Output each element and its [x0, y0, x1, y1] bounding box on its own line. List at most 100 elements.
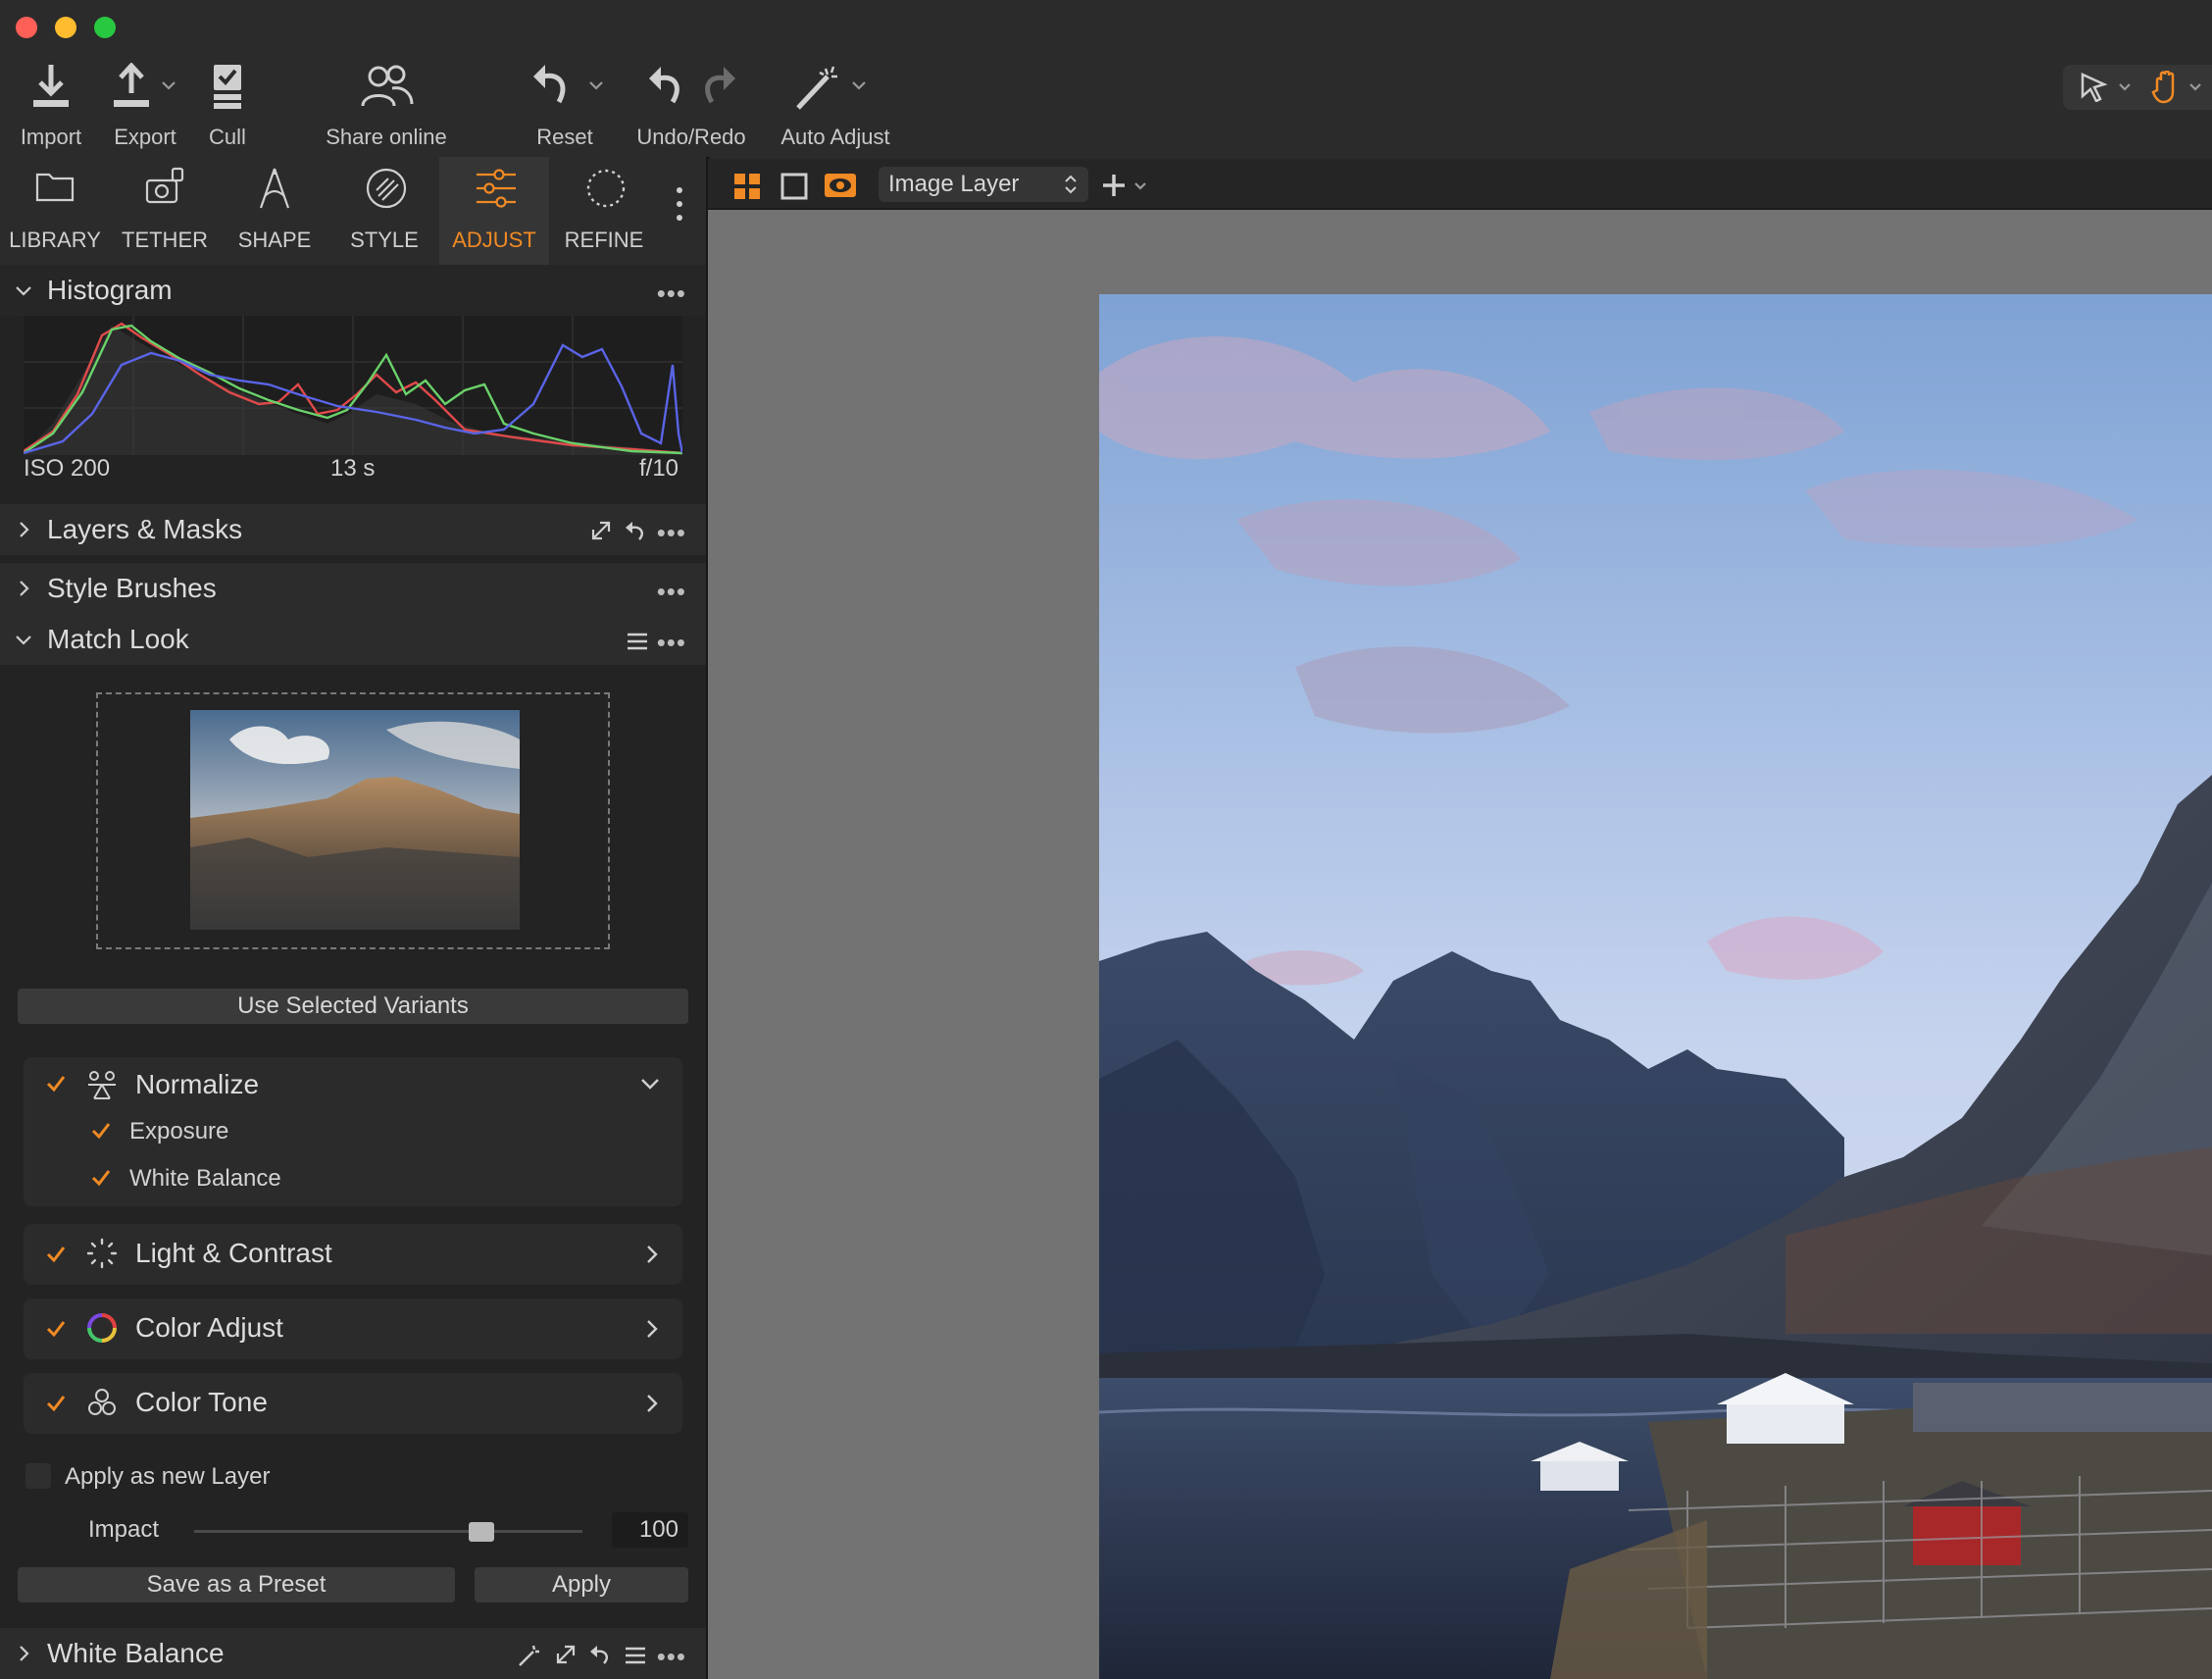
light-contrast-checkbox[interactable]: [45, 1244, 67, 1265]
zoom-window-button[interactable]: [94, 17, 116, 38]
viewer-toolbar: Image Layer: [708, 159, 2212, 210]
histogram-iso: ISO 200: [24, 455, 111, 482]
folder-icon: [35, 173, 75, 202]
undo-icon: [649, 67, 679, 104]
cull-button[interactable]: [210, 63, 245, 115]
chevron-right-icon: [20, 1646, 29, 1661]
close-window-button[interactable]: [16, 17, 37, 38]
apply-button[interactable]: Apply: [475, 1567, 688, 1603]
white-balance-more-icon[interactable]: •••: [657, 1642, 686, 1672]
add-layer-icon[interactable]: [1102, 171, 1151, 200]
tab-style[interactable]: STYLE: [329, 157, 439, 265]
style-palette-icon: [366, 168, 407, 209]
use-selected-variants-button[interactable]: Use Selected Variants: [18, 989, 688, 1024]
expand-arrow-icon[interactable]: [590, 520, 612, 541]
main-photo[interactable]: [1099, 294, 2212, 1679]
updown-arrows-icon: [1065, 175, 1077, 194]
share-online-label: Share online: [326, 125, 447, 149]
import-button[interactable]: [29, 63, 73, 115]
histogram-header[interactable]: Histogram •••: [0, 265, 708, 316]
color-adjust-checkbox[interactable]: [45, 1318, 67, 1340]
layers-more-icon[interactable]: •••: [657, 518, 686, 548]
histogram-title: Histogram: [47, 275, 173, 305]
tab-adjust[interactable]: ADJUST: [439, 157, 549, 265]
tab-refine[interactable]: REFINE: [549, 157, 659, 265]
histogram-shutter: 13 s: [330, 455, 376, 482]
apply-new-layer-label: Apply as new Layer: [65, 1463, 271, 1490]
single-view-icon[interactable]: [780, 173, 808, 200]
magic-wand-icon: [796, 66, 866, 110]
tab-shape[interactable]: SHAPE: [220, 157, 329, 265]
reset-small-icon[interactable]: [624, 520, 645, 541]
chevron-right-icon: [20, 522, 29, 537]
tool-panel: Histogram ••• ISO 200 13 s f/10 Layers &…: [0, 265, 708, 1679]
white-balance-checkbox[interactable]: [90, 1167, 112, 1189]
share-online-button[interactable]: [359, 65, 414, 113]
normalize-group: Normalize Exposure White Balance: [24, 1057, 682, 1206]
cull-label: Cull: [209, 125, 246, 149]
reset-button[interactable]: [529, 63, 608, 115]
layer-select[interactable]: Image Layer: [879, 167, 1088, 202]
undo-redo-label: Undo/Redo: [636, 125, 746, 149]
picker-wand-icon[interactable]: [518, 1644, 541, 1667]
expand-arrow-icon[interactable]: [555, 1644, 577, 1665]
normalize-checkbox[interactable]: [45, 1073, 67, 1094]
white-balance-title: White Balance: [47, 1638, 225, 1668]
brushes-more-icon[interactable]: •••: [657, 577, 686, 607]
reference-image-dropzone[interactable]: [96, 692, 610, 949]
import-label: Import: [20, 125, 82, 149]
chevron-right-icon: [647, 1246, 658, 1263]
histogram-curves: [23, 316, 684, 455]
layers-masks-header[interactable]: Layers & Masks •••: [0, 504, 708, 555]
redo-icon: [705, 67, 735, 104]
color-adjust-group[interactable]: Color Adjust: [24, 1298, 682, 1359]
impact-slider-thumb[interactable]: [469, 1522, 495, 1542]
tabs-more-menu[interactable]: [673, 184, 686, 228]
select-cursor-icon[interactable]: [2081, 73, 2136, 102]
color-tone-checkbox[interactable]: [45, 1393, 67, 1414]
histogram-more-icon[interactable]: •••: [657, 279, 686, 309]
impact-label: Impact: [88, 1516, 160, 1543]
tab-tether[interactable]: TETHER: [110, 157, 220, 265]
impact-slider-track[interactable]: [194, 1530, 582, 1533]
vertical-dots-icon: [677, 187, 682, 221]
color-tone-title: Color Tone: [135, 1387, 268, 1417]
tab-library[interactable]: LIBRARY: [0, 157, 110, 265]
reset-small-icon[interactable]: [588, 1644, 610, 1665]
auto-adjust-label: Auto Adjust: [780, 125, 890, 149]
chevron-down-icon: [16, 286, 31, 296]
match-look-title: Match Look: [47, 624, 189, 654]
landscape-photo: [1099, 294, 2212, 1679]
tab-tether-label: TETHER: [122, 228, 208, 252]
style-brushes-header[interactable]: Style Brushes •••: [0, 563, 708, 614]
grid-view-icon[interactable]: [733, 173, 761, 200]
match-look-header[interactable]: Match Look •••: [0, 614, 708, 665]
color-tone-group[interactable]: Color Tone: [24, 1373, 682, 1434]
apply-new-layer-checkbox[interactable]: [25, 1463, 51, 1489]
hand-pan-icon[interactable]: [2151, 71, 2212, 104]
camera-tether-icon: [145, 167, 184, 204]
cursor-tools-group: [2063, 65, 2212, 110]
sliders-adjust-icon: [477, 169, 516, 208]
save-as-preset-button[interactable]: Save as a Preset: [18, 1567, 455, 1603]
list-menu-icon[interactable]: [624, 1646, 647, 1665]
tool-tabs-bar: LIBRARY TETHER SHAPE STYLE ADJUST REFINE: [0, 157, 708, 265]
tab-shape-label: SHAPE: [237, 228, 312, 252]
auto-adjust-button[interactable]: [794, 63, 873, 117]
impact-value-field[interactable]: 100: [612, 1512, 688, 1548]
match-look-more-icon[interactable]: •••: [657, 628, 686, 658]
exposure-checkbox[interactable]: [90, 1120, 112, 1142]
normalize-icon: [88, 1071, 116, 1099]
eye-preview-icon[interactable]: [824, 171, 857, 200]
white-balance-header[interactable]: White Balance •••: [0, 1628, 708, 1679]
list-menu-icon[interactable]: [626, 632, 649, 651]
chevron-down-icon[interactable]: [639, 1075, 661, 1093]
undo-button[interactable]: [647, 65, 682, 113]
color-adjust-title: Color Adjust: [135, 1312, 283, 1343]
reference-image-thumbnail[interactable]: [190, 710, 520, 930]
import-icon: [33, 65, 69, 107]
minimize-window-button[interactable]: [55, 17, 76, 38]
export-button[interactable]: [110, 62, 178, 115]
redo-button[interactable]: [702, 65, 737, 113]
light-contrast-group[interactable]: Light & Contrast: [24, 1224, 682, 1285]
